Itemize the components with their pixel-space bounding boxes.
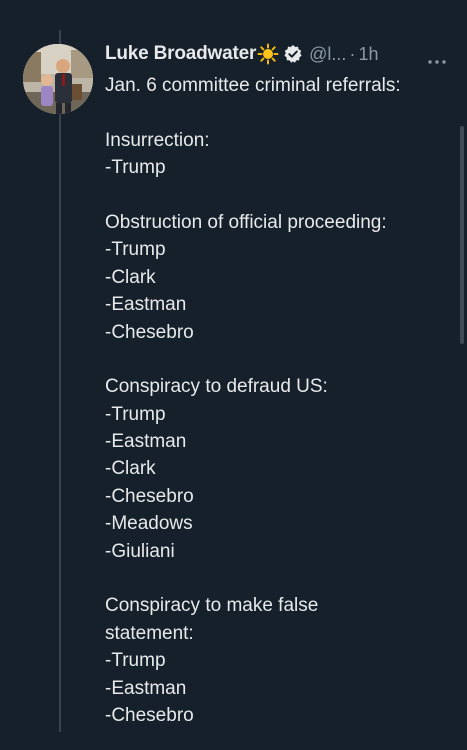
tweet-line: [105, 99, 455, 126]
author-name[interactable]: Luke Broadwater: [105, 43, 256, 65]
tweet-line: -Trump: [105, 403, 166, 425]
sun-icon: [257, 43, 279, 65]
scrollbar[interactable]: [460, 126, 464, 344]
tweet-line: [105, 182, 455, 209]
tweet-header: Luke Broadwater @l... · 1h: [105, 41, 378, 67]
tweet-line: Insurrection:: [105, 129, 210, 151]
timestamp[interactable]: 1h: [358, 44, 378, 65]
avatar[interactable]: [23, 44, 93, 114]
tweet-line: -Clark: [105, 266, 156, 288]
tweet-line: [105, 565, 455, 592]
tweet-line: -Chesebro: [105, 321, 194, 343]
tweet-line: Conspiracy to make false: [105, 595, 319, 617]
tweet-line: -Eastman: [105, 677, 187, 699]
tweet-line: -Chesebro: [105, 704, 194, 726]
tweet-line: -Trump: [105, 650, 166, 672]
tweet-line: -Eastman: [105, 431, 187, 453]
tweet-line: statement:: [105, 622, 194, 644]
tweet-line: -Clark: [105, 458, 156, 480]
tweet-line: -Meadows: [105, 513, 193, 535]
thread-connector-line: [59, 30, 61, 732]
tweet-line: [105, 346, 455, 373]
verified-badge-icon: [283, 44, 303, 64]
tweet-line: -Giuliani: [105, 540, 175, 562]
more-dots-icon[interactable]: [427, 52, 447, 64]
meta-separator: ·: [349, 43, 356, 64]
tweet-line: -Chesebro: [105, 485, 194, 507]
tweet-text: Jan. 6 committee criminal referrals: Ins…: [105, 72, 455, 729]
avatar-photo: [23, 44, 93, 114]
author-handle[interactable]: @l...: [309, 44, 346, 65]
tweet-line: Conspiracy to defraud US:: [105, 376, 328, 398]
tweet-line: -Trump: [105, 157, 166, 179]
tweet-line: -Trump: [105, 239, 166, 261]
tweet-line: -Eastman: [105, 294, 187, 316]
tweet-line: Obstruction of official proceeding:: [105, 211, 387, 233]
tweet-line: Jan. 6 committee criminal referrals:: [105, 75, 401, 96]
